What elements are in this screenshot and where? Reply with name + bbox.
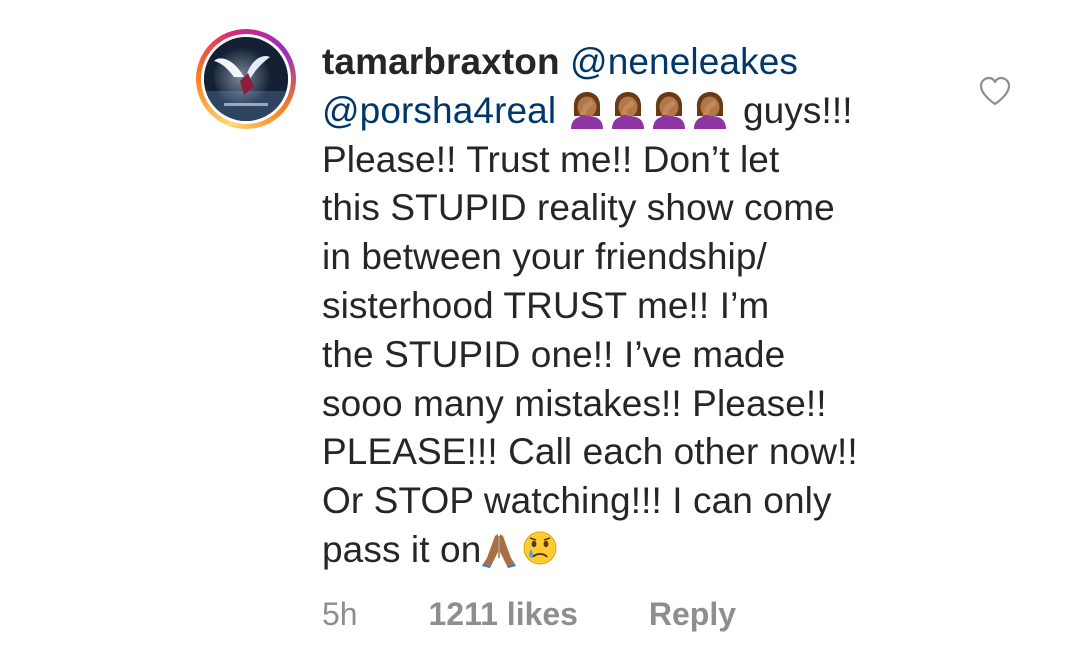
comment-meta: 5h 1211 likes Reply xyxy=(322,596,736,633)
comment-text-line: the STUPID one!! I’ve made xyxy=(322,333,786,375)
woman-facepalming-emoji-icon xyxy=(692,89,728,129)
comment-body: tamarbraxton @neneleakes @porsha4real gu… xyxy=(322,38,962,575)
comment-line-2: @porsha4real guys!!! xyxy=(322,87,962,136)
comment-text-line: sisterhood TRUST me!! I’m xyxy=(322,284,770,326)
avatar-angel-artwork xyxy=(204,37,288,121)
mention-porsha4real[interactable]: @porsha4real xyxy=(322,90,556,131)
comment-text-guys: guys!!! xyxy=(742,89,853,131)
comment-timestamp: 5h xyxy=(322,596,358,632)
comment-text-line: in between your friendship/ xyxy=(322,236,767,278)
comment-line-1: tamarbraxton @neneleakes xyxy=(322,38,962,87)
crying-face-emoji-icon xyxy=(522,528,558,568)
woman-facepalming-emoji-icon xyxy=(610,89,646,129)
comment-text-line: Please!! Trust me!! Don’t let xyxy=(322,138,780,180)
comment-text-line: PLEASE!!! Call each other now!! xyxy=(322,431,858,473)
avatar-image xyxy=(204,37,288,121)
comment-text-line: sooo many mistakes!! Please!! xyxy=(322,382,827,424)
comment-text-line: Or STOP watching!!! I can only xyxy=(322,480,832,522)
likes-count[interactable]: 1211 likes xyxy=(428,596,577,633)
comment-text-line: this STUPID reality show come xyxy=(322,187,835,229)
comment-username[interactable]: tamarbraxton xyxy=(322,41,560,82)
woman-facepalming-emoji-icon xyxy=(569,89,605,129)
heart-outline-icon[interactable] xyxy=(978,75,1012,107)
reply-button[interactable]: Reply xyxy=(649,596,736,633)
comment-text-pass-it-on: pass it on xyxy=(322,528,482,570)
woman-facepalming-emoji-icon xyxy=(651,89,687,129)
mention-neneleakes[interactable]: @neneleakes xyxy=(570,41,798,82)
profile-avatar[interactable] xyxy=(196,29,296,129)
comment-line-last: pass it on xyxy=(322,526,962,575)
folded-hands-emoji-icon xyxy=(481,528,517,568)
